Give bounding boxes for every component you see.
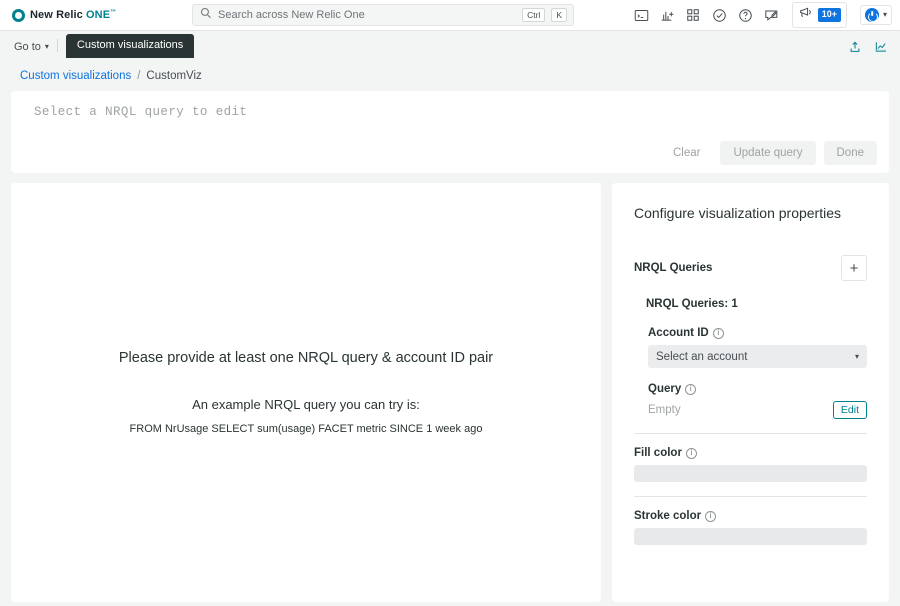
chart-icon[interactable] (874, 40, 888, 54)
brand-logo-link[interactable]: New Relic ONE™ (12, 9, 116, 22)
tab-custom-visualizations[interactable]: Custom visualizations (66, 34, 194, 58)
update-query-button[interactable]: Update query (720, 141, 815, 165)
add-nrql-query-button[interactable]: + (841, 255, 867, 281)
panel-title: Configure visualization properties (634, 205, 867, 221)
chevron-down-icon: ▾ (883, 11, 887, 19)
section-divider (634, 496, 867, 497)
user-menu-button[interactable]: ▾ (860, 5, 892, 25)
nrql-editor-panel[interactable]: Select a NRQL query to edit Clear Update… (11, 91, 889, 173)
done-button[interactable]: Done (824, 141, 878, 165)
clear-button[interactable]: Clear (661, 141, 712, 165)
empty-state-title: Please provide at least one NRQL query &… (119, 350, 493, 366)
account-id-field: Account ID i Select an account ▾ (648, 327, 867, 368)
account-id-label-row: Account ID i (648, 327, 867, 339)
search-shortcut-key: K (551, 8, 567, 23)
fill-color-input[interactable] (634, 465, 867, 482)
search-icon (200, 6, 212, 24)
add-chart-icon[interactable] (659, 7, 676, 24)
apps-grid-icon[interactable] (685, 7, 702, 24)
nrql-queries-label: NRQL Queries (634, 262, 712, 274)
breadcrumb-root-link[interactable]: Custom visualizations (20, 70, 131, 82)
stroke-color-field: Stroke color i (634, 510, 867, 545)
secondary-nav: Go to ▾ Custom visualizations (0, 31, 900, 58)
empty-state-example-query: FROM NrUsage SELECT sum(usage) FACET met… (130, 423, 483, 435)
global-topbar: New Relic ONE™ Ctrl K (0, 0, 900, 31)
query-label-row: Query i (648, 383, 867, 395)
global-search[interactable]: Ctrl K (192, 4, 574, 26)
section-divider (634, 433, 867, 434)
megaphone-icon (798, 5, 813, 25)
edit-query-button[interactable]: Edit (833, 401, 867, 419)
account-id-selected-value: Select an account (656, 351, 747, 363)
nrql-queries-section-header: NRQL Queries + (634, 255, 867, 281)
breadcrumb-current: CustomViz (146, 70, 201, 82)
chevron-down-icon: ▾ (45, 43, 49, 51)
fill-color-label: Fill color (634, 447, 682, 459)
export-upload-icon[interactable] (848, 40, 862, 54)
fill-color-field: Fill color i (634, 447, 867, 482)
account-id-label: Account ID (648, 327, 709, 339)
notifications-badge: 10+ (818, 8, 841, 22)
query-value-row: Empty Edit (648, 401, 867, 419)
brand-label: New Relic (30, 9, 83, 21)
info-circle-icon[interactable]: i (713, 328, 724, 339)
empty-state-subtitle: An example NRQL query you can try is: (192, 397, 420, 412)
stroke-color-label: Stroke color (634, 510, 701, 522)
nav-divider (57, 39, 58, 52)
breadcrumb-separator: / (137, 70, 140, 82)
feedback-icon[interactable] (763, 7, 780, 24)
info-circle-icon[interactable]: i (705, 511, 716, 522)
nrql-queries-count: NRQL Queries: 1 (646, 298, 867, 310)
stroke-color-input[interactable] (634, 528, 867, 545)
info-circle-icon[interactable]: i (685, 384, 696, 395)
visualization-preview-panel: Please provide at least one NRQL query &… (11, 183, 601, 602)
nrql-editor-placeholder: Select a NRQL query to edit (34, 105, 247, 119)
stroke-color-label-row: Stroke color i (634, 510, 867, 522)
search-input[interactable] (218, 9, 516, 21)
secondary-nav-actions (848, 40, 888, 58)
nrql-editor-actions: Clear Update query Done (661, 141, 877, 165)
content-row: Please provide at least one NRQL query &… (0, 173, 900, 606)
fill-color-label-row: Fill color i (634, 447, 867, 459)
breadcrumb: Custom visualizations / CustomViz (0, 58, 900, 91)
query-value: Empty (648, 404, 681, 416)
query-label: Query (648, 383, 681, 395)
search-shortcut-mod: Ctrl (522, 8, 545, 23)
user-avatar-icon (865, 8, 879, 22)
goto-label: Go to (14, 41, 41, 53)
topbar-actions: 10+ ▾ (633, 2, 892, 28)
help-circle-icon[interactable] (737, 7, 754, 24)
info-circle-icon[interactable]: i (686, 448, 697, 459)
check-circle-icon[interactable] (711, 7, 728, 24)
account-id-select[interactable]: Select an account ▾ (648, 345, 867, 368)
notifications-button[interactable]: 10+ (792, 2, 847, 28)
new-relic-logo-icon (12, 9, 25, 22)
plus-icon: + (850, 261, 859, 276)
terminal-icon[interactable] (633, 7, 650, 24)
query-field: Query i Empty Edit (648, 383, 867, 419)
configure-properties-panel: Configure visualization properties NRQL … (612, 183, 889, 602)
chevron-down-icon: ▾ (855, 353, 859, 361)
brand-trademark: ™ (110, 9, 116, 15)
goto-dropdown[interactable]: Go to ▾ (14, 41, 57, 58)
brand-product: ONE (86, 9, 110, 21)
brand-name: New Relic ONE™ (30, 9, 116, 21)
